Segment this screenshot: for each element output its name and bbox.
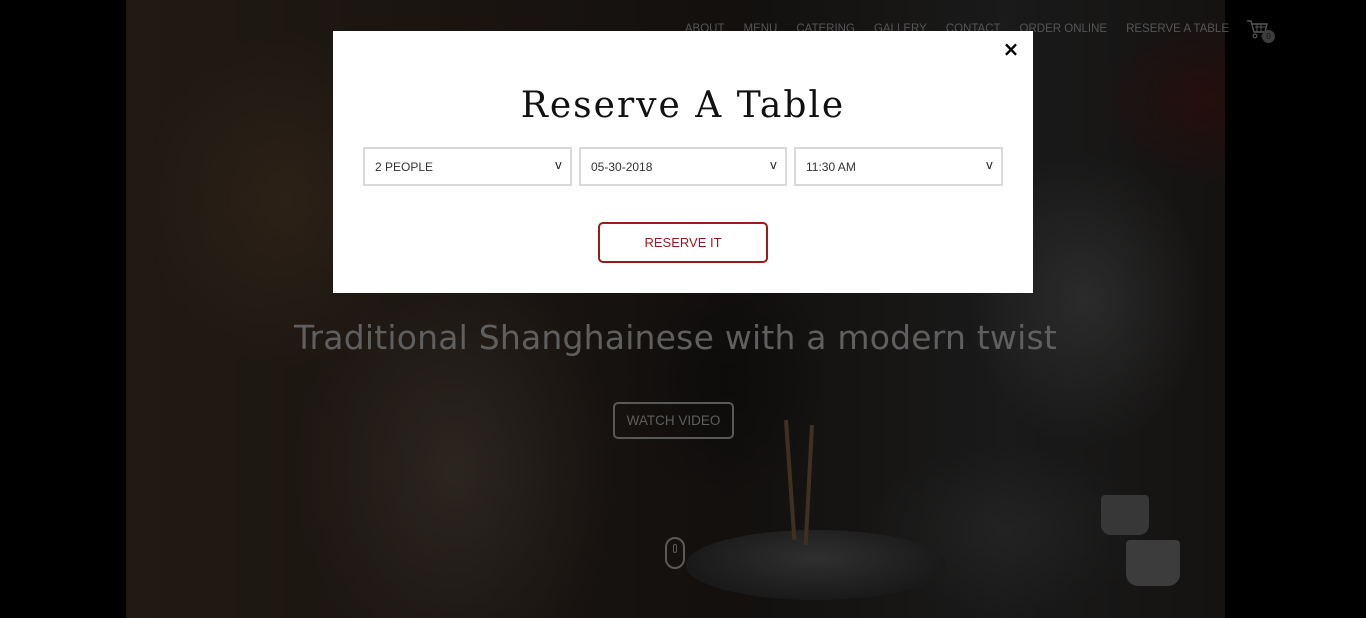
cart-button[interactable]: 0: [1246, 18, 1275, 43]
reserve-it-button[interactable]: RESERVE IT: [598, 222, 768, 263]
time-value: 11:30 AM: [806, 159, 856, 174]
reserve-table-modal: × Reserve A Table 2 PEOPLE v 05-30-2018 …: [333, 31, 1033, 293]
hero-tagline: Traditional Shanghainese with a modern t…: [294, 318, 1057, 357]
time-select[interactable]: 11:30 AM v: [794, 147, 1003, 186]
teacup-image: [1101, 495, 1149, 535]
date-select[interactable]: 05-30-2018 v: [579, 147, 787, 186]
party-size-value: 2 PEOPLE: [375, 159, 434, 174]
date-value: 05-30-2018: [591, 159, 653, 174]
party-size-select[interactable]: 2 PEOPLE v: [363, 147, 572, 186]
nav-item-reserve-a-table[interactable]: RESERVE A TABLE: [1126, 23, 1229, 35]
chevron-down-icon: v: [554, 158, 562, 172]
watch-video-button[interactable]: WATCH VIDEO: [613, 402, 734, 439]
teacup-image: [1126, 540, 1180, 586]
chevron-down-icon: v: [985, 158, 993, 172]
chopstick-image: [803, 424, 814, 545]
modal-title: Reserve A Table: [520, 85, 846, 127]
mouse-scroll-icon[interactable]: [665, 537, 685, 569]
noodle-bowl-image: [686, 530, 946, 600]
chevron-down-icon: v: [769, 158, 777, 172]
close-icon[interactable]: ×: [1001, 37, 1021, 61]
chopstick-image: [784, 419, 797, 540]
page: ABOUT MENU CATERING GALLERY CONTACT ORDE…: [0, 0, 1366, 618]
cart-count-badge: 0: [1262, 30, 1275, 43]
